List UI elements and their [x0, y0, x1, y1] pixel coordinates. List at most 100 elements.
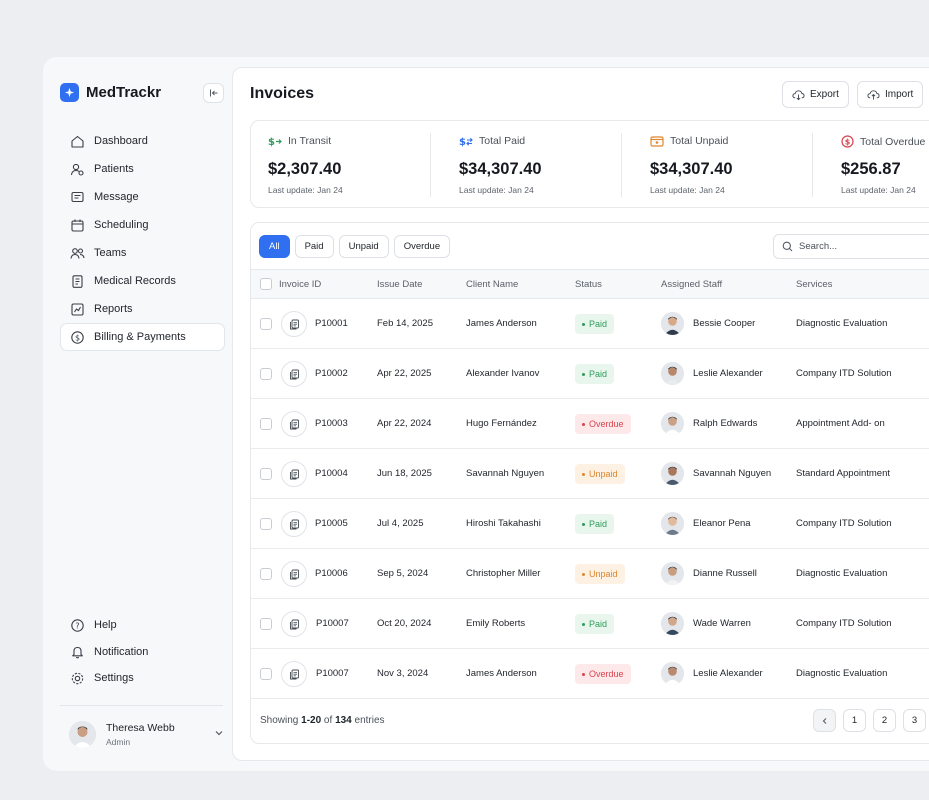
table-row[interactable]: P10004 Jun 18, 2025 Savannah Nguyen Unpaid S… — [251, 449, 929, 499]
column-header-client-name[interactable]: Client Name — [466, 279, 518, 290]
row-checkbox[interactable] — [260, 418, 272, 430]
sidebar-item-scheduling[interactable]: Scheduling — [60, 211, 225, 239]
issue-date: Apr 22, 2025 — [377, 368, 432, 379]
gear-icon — [70, 671, 85, 686]
dollar-circle-icon: $ — [841, 135, 854, 148]
row-checkbox[interactable] — [260, 468, 272, 480]
chevron-down-icon[interactable] — [214, 728, 224, 738]
billing-icon: $ — [70, 330, 85, 345]
table-row[interactable]: P10001 Feb 14, 2025 James Anderson Paid Bess… — [251, 299, 929, 349]
status-badge: Paid — [575, 614, 615, 634]
client-name: Savannah Nguyen — [466, 468, 545, 479]
records-icon — [70, 274, 85, 289]
prev-page-button[interactable] — [813, 709, 836, 732]
stat-value: $34,307.40 — [459, 160, 542, 178]
sidebar-item-help[interactable]: ? Help — [60, 612, 225, 639]
invoice-document-icon[interactable] — [281, 511, 307, 537]
sidebar-item-notification[interactable]: Notification — [60, 639, 225, 666]
import-button[interactable]: Import — [857, 81, 924, 108]
row-checkbox[interactable] — [260, 318, 272, 330]
sidebar-item-teams[interactable]: Teams — [60, 239, 225, 267]
sidebar-bottom-nav: ? Help Notification Settings — [60, 612, 225, 692]
table-row[interactable]: P10002 Apr 22, 2025 Alexander Ivanov Paid Le… — [251, 349, 929, 399]
sidebar-item-label: Message — [94, 191, 139, 203]
svg-text:$: $ — [845, 138, 851, 147]
table-body: P10001 Feb 14, 2025 James Anderson Paid Bess… — [251, 299, 929, 699]
table-row[interactable]: P10005 Jul 4, 2025 Hiroshi Takahashi Paid El… — [251, 499, 929, 549]
collapse-sidebar-button[interactable] — [203, 83, 224, 103]
avatar — [661, 462, 684, 485]
column-header-services[interactable]: Services — [796, 279, 832, 290]
filter-overdue-button[interactable]: Overdue — [393, 235, 451, 258]
sidebar-item-patients[interactable]: Patients — [60, 155, 225, 183]
row-checkbox[interactable] — [260, 668, 272, 680]
invoice-document-icon[interactable] — [281, 461, 307, 487]
invoice-id: P10002 — [315, 368, 348, 379]
column-header-issue-date[interactable]: Issue Date — [377, 279, 422, 290]
sidebar-item-reports[interactable]: Reports — [60, 295, 225, 323]
row-checkbox[interactable] — [260, 518, 272, 530]
table-row[interactable]: P10007 Nov 3, 2024 James Anderson Overdue Le… — [251, 649, 929, 699]
teams-icon — [70, 246, 85, 261]
stat-label: $ Total Overdue — [841, 135, 925, 148]
stat-total-unpaid: Total Unpaid $34,307.40 Last update: Jan 2… — [633, 121, 824, 209]
invoice-document-icon[interactable] — [281, 611, 307, 637]
table-row[interactable]: P10006 Sep 5, 2024 Christopher Miller Unpai… — [251, 549, 929, 599]
row-checkbox[interactable] — [260, 618, 272, 630]
status-text: Paid — [589, 369, 608, 379]
sidebar: MedTrackr Dashboard Patients Message Schedu… — [43, 57, 232, 771]
invoice-document-icon[interactable] — [281, 361, 307, 387]
invoice-document-icon[interactable] — [281, 661, 307, 687]
search-box[interactable] — [773, 234, 929, 259]
sidebar-item-medical-records[interactable]: Medical Records — [60, 267, 225, 295]
invoice-document-icon[interactable] — [281, 311, 307, 337]
column-header-status[interactable]: Status — [575, 279, 602, 290]
sidebar-item-label: Notification — [94, 645, 149, 658]
brand[interactable]: MedTrackr — [60, 83, 161, 102]
message-icon — [70, 190, 85, 205]
page-3-button[interactable]: 3 — [903, 709, 926, 732]
sidebar-item-settings[interactable]: Settings — [60, 665, 225, 692]
select-all-checkbox[interactable] — [260, 278, 272, 290]
status-badge: Overdue — [575, 414, 631, 434]
filter-unpaid-button[interactable]: Unpaid — [338, 235, 389, 258]
sidebar-item-message[interactable]: Message — [60, 183, 225, 211]
status-dot — [582, 472, 585, 476]
divider — [430, 133, 431, 197]
assigned-staff: Dianne Russell — [693, 568, 757, 579]
wallet-icon — [650, 135, 664, 147]
table-row[interactable]: P10007 Oct 20, 2024 Emily Roberts Paid Wade … — [251, 599, 929, 649]
issue-date: Apr 22, 2024 — [377, 418, 432, 429]
column-header-assigned-staff[interactable]: Assigned Staff — [661, 279, 722, 290]
stat-label-text: Total Paid — [479, 135, 526, 147]
column-header-invoice-id[interactable]: Invoice ID — [279, 279, 321, 290]
search-input[interactable] — [799, 241, 919, 252]
table-row[interactable]: P10003 Apr 22, 2024 Hugo Fernández Overdue R… — [251, 399, 929, 449]
page-1-button[interactable]: 1 — [843, 709, 866, 732]
row-checkbox[interactable] — [260, 568, 272, 580]
user-name: Theresa Webb — [106, 721, 175, 734]
export-button[interactable]: Export — [782, 81, 849, 108]
service: Appointment Add- on — [796, 418, 885, 429]
row-checkbox[interactable] — [260, 368, 272, 380]
invoice-document-icon[interactable] — [281, 411, 307, 437]
sidebar-item-billing-payments[interactable]: $ Billing & Payments — [60, 323, 225, 351]
collapse-icon — [209, 89, 217, 97]
service: Standard Appointment — [796, 468, 891, 479]
sidebar-item-label: Scheduling — [94, 219, 149, 231]
invoice-id: P10005 — [315, 518, 348, 529]
stat-label: $ Total Paid — [459, 135, 525, 147]
brand-name: MedTrackr — [86, 84, 162, 101]
status-text: Paid — [589, 619, 608, 629]
client-name: Hiroshi Takahashi — [466, 518, 541, 529]
invoice-document-icon[interactable] — [281, 561, 307, 587]
sidebar-item-label: Teams — [94, 247, 127, 259]
filter-paid-button[interactable]: Paid — [294, 235, 334, 258]
page-2-button[interactable]: 2 — [873, 709, 896, 732]
stat-updated: Last update: Jan 24 — [459, 185, 534, 195]
filter-all-button[interactable]: All — [259, 235, 290, 258]
user-profile[interactable]: Theresa Webb Admin — [69, 719, 224, 749]
sidebar-item-dashboard[interactable]: Dashboard — [60, 127, 225, 155]
bell-icon — [70, 644, 85, 659]
stat-label-text: In Transit — [288, 135, 332, 147]
